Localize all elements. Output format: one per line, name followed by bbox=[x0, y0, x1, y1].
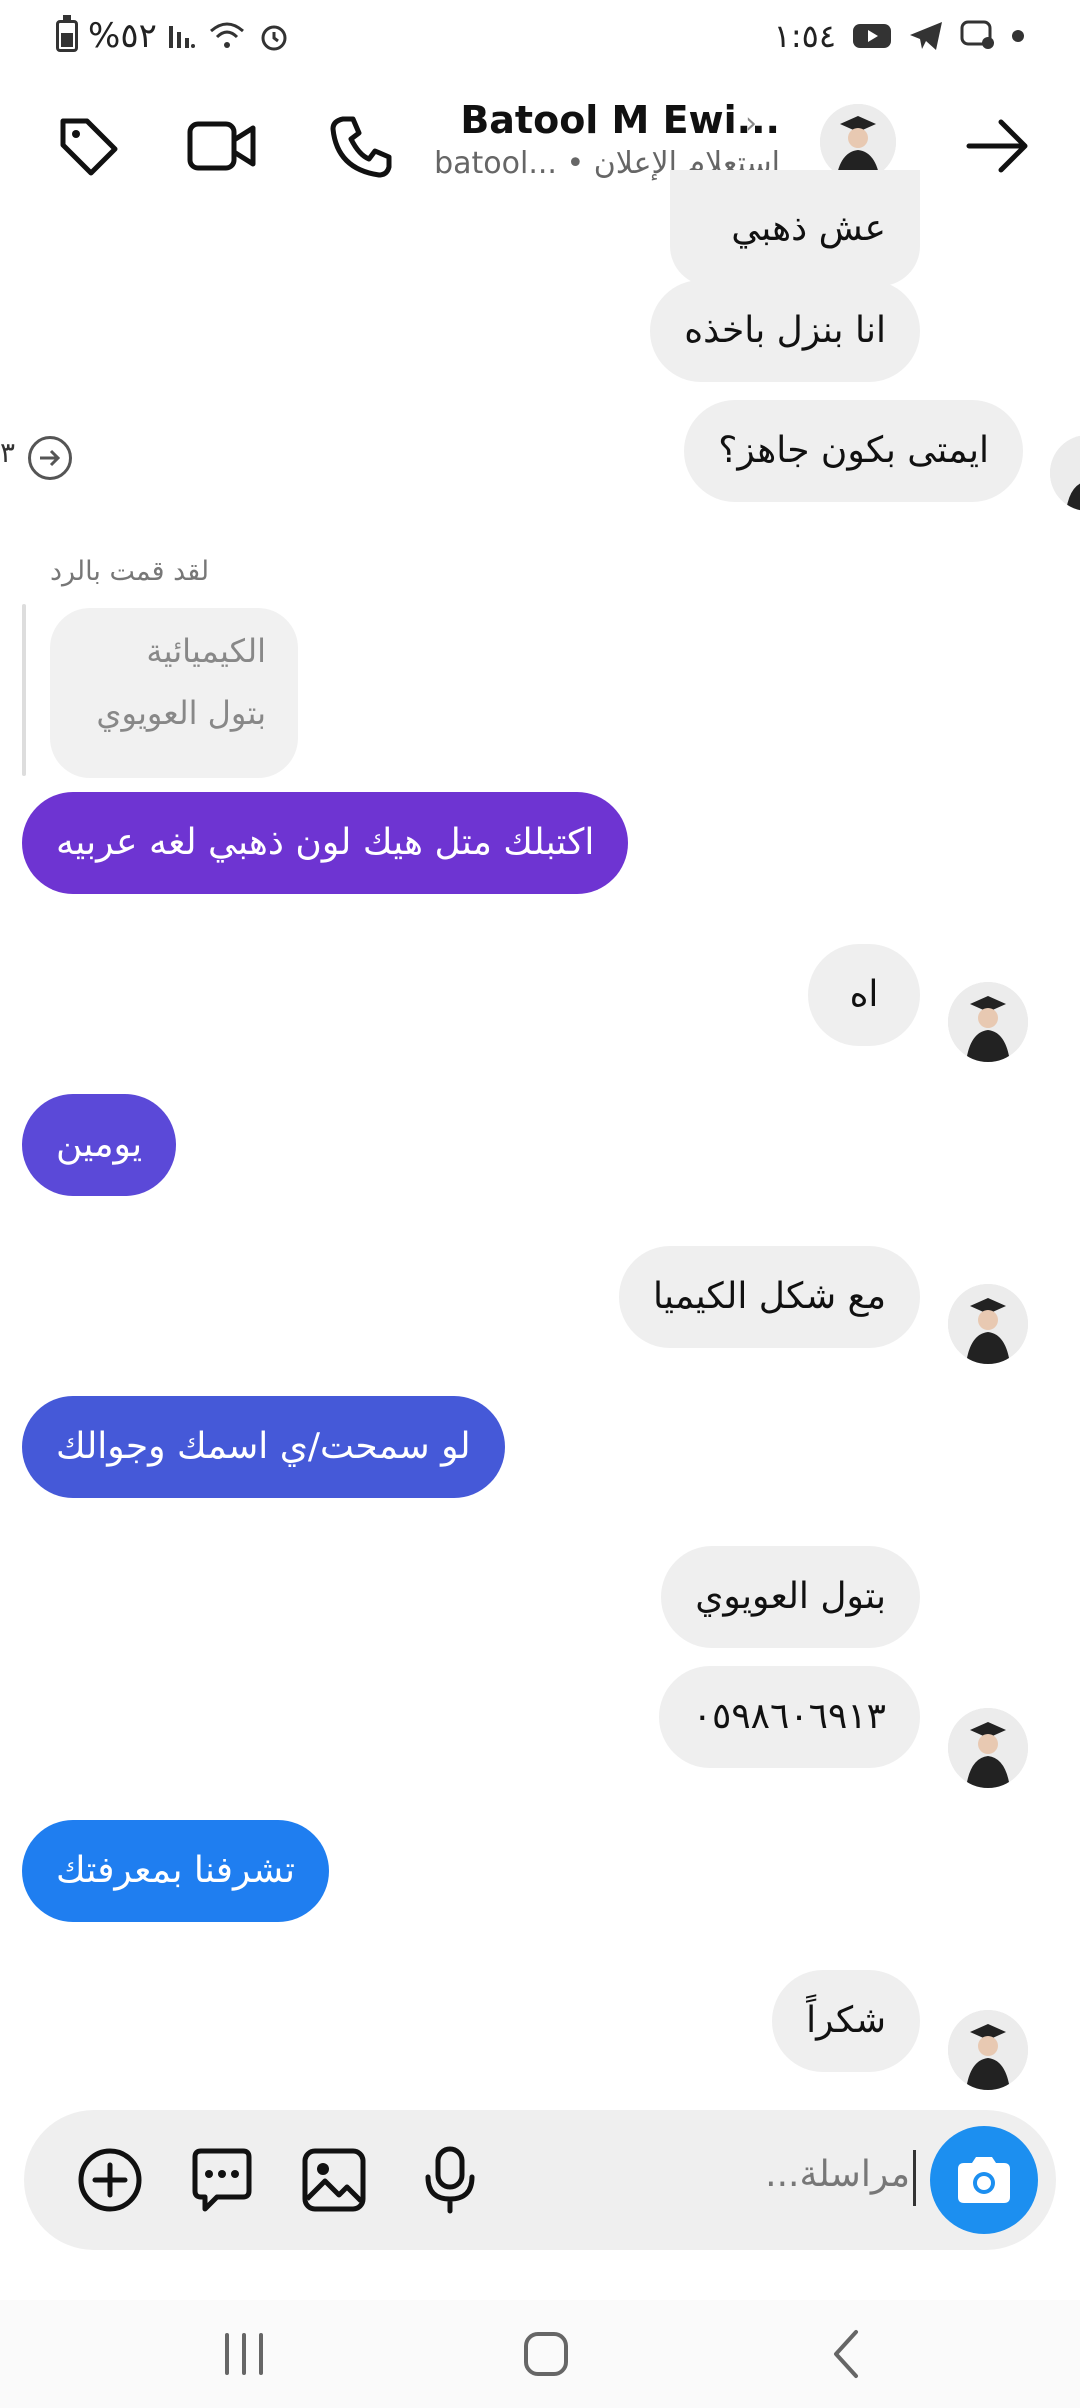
message-text: لو سمحت/ي اسمك وجوالك bbox=[56, 1426, 471, 1467]
status-left: %٥٢ bbox=[56, 14, 291, 58]
tag-icon[interactable] bbox=[52, 110, 124, 182]
message-bubble-in[interactable]: مع شكل الكيميا bbox=[619, 1246, 920, 1348]
message-bubble-in[interactable]: بتول العويوي bbox=[661, 1546, 920, 1648]
signal-icon bbox=[168, 26, 195, 48]
message-text: انا بنزل باخذه bbox=[684, 310, 886, 351]
youtube-icon bbox=[853, 24, 891, 48]
contact-name: Batool M Ewi... bbox=[460, 98, 780, 142]
quoted-line: بتول العويوي bbox=[96, 694, 266, 732]
message-text: عش ذهبي bbox=[731, 208, 886, 249]
home-icon[interactable] bbox=[506, 2320, 586, 2388]
conversation-title[interactable]: Batool M Ewi... batool... • استعلام الإع… bbox=[430, 98, 780, 181]
message-bubble-in[interactable]: ٠٥٩٨٦٠٦٩١٣ bbox=[658, 1666, 920, 1768]
status-right: ١:٥٤ bbox=[774, 14, 1024, 58]
message-bubble-in[interactable]: اه bbox=[808, 944, 920, 1046]
status-time: ١:٥٤ bbox=[773, 17, 836, 55]
battery-level: %٥٢ bbox=[88, 16, 157, 56]
sender-avatar[interactable] bbox=[1050, 435, 1080, 511]
message-text: تشرفنا بمعرفتك bbox=[56, 1850, 295, 1891]
sender-avatar[interactable] bbox=[948, 1708, 1028, 1788]
message-text: شكراً bbox=[806, 2000, 886, 2041]
chevron-right-icon: › bbox=[745, 106, 757, 141]
plus-icon[interactable] bbox=[74, 2144, 146, 2216]
sender-avatar[interactable] bbox=[948, 2010, 1028, 2090]
quoted-message[interactable]: الكيميائية بتول العويوي bbox=[50, 608, 298, 778]
back-arrow-icon[interactable] bbox=[962, 110, 1034, 182]
back-icon[interactable] bbox=[806, 2320, 886, 2388]
system-nav-bar bbox=[0, 2300, 1080, 2408]
notification-dot bbox=[1012, 30, 1024, 42]
battery-icon bbox=[56, 15, 78, 52]
video-icon[interactable] bbox=[186, 110, 258, 182]
message-bubble-in[interactable]: شكراً bbox=[772, 1970, 920, 2072]
sender-avatar[interactable] bbox=[948, 982, 1028, 1062]
sender-avatar[interactable] bbox=[948, 1284, 1028, 1364]
telegram-icon bbox=[910, 22, 942, 50]
message-bubble-out[interactable]: لو سمحت/ي اسمك وجوالك bbox=[22, 1396, 505, 1498]
message-bubble-out[interactable]: تشرفنا بمعرفتك bbox=[22, 1820, 329, 1922]
header-avatar[interactable] bbox=[820, 104, 896, 180]
message-text: بتول العويوي bbox=[695, 1576, 886, 1617]
text-cursor bbox=[913, 2150, 916, 2206]
message-bubble-in[interactable]: انا بنزل باخذه bbox=[650, 280, 920, 382]
quoted-line: الكيميائية bbox=[146, 632, 266, 670]
messenger-icon bbox=[960, 20, 994, 49]
message-bubble-in[interactable]: ايمتى بكون جاهز؟ bbox=[684, 400, 1023, 502]
message-text: مع شكل الكيميا bbox=[653, 1276, 886, 1317]
sticker-icon[interactable] bbox=[186, 2144, 258, 2216]
message-bubble-out[interactable]: يومين bbox=[22, 1094, 177, 1196]
reply-indicator bbox=[22, 604, 26, 776]
alarm-icon bbox=[261, 25, 287, 51]
message-composer: مراسلة... bbox=[24, 2110, 1056, 2250]
message-bubble-out[interactable]: اكتبلك متل هيك لون ذهبي لغه عربيه bbox=[22, 792, 629, 894]
reply-label: لقد قمت بالرد bbox=[50, 556, 210, 587]
message-text: اكتبلك متل هيك لون ذهبي لغه عربيه bbox=[56, 822, 595, 863]
status-bar: %٥٢ ١:٥٤ bbox=[0, 0, 1080, 72]
wifi-icon bbox=[209, 22, 244, 48]
camera-icon[interactable] bbox=[930, 2126, 1038, 2234]
microphone-icon[interactable] bbox=[414, 2144, 486, 2216]
phone-icon[interactable] bbox=[326, 110, 398, 182]
message-text: ٠٥٩٨٦٠٦٩١٣ bbox=[692, 1696, 886, 1737]
message-list[interactable]: عش ذهبي انا بنزل باخذه ايمتى بكون جاهز؟ … bbox=[0, 170, 1080, 2110]
message-text: اه bbox=[849, 974, 879, 1015]
gallery-icon[interactable] bbox=[298, 2144, 370, 2216]
recents-icon[interactable] bbox=[204, 2320, 284, 2388]
message-text: ايمتى بكون جاهز؟ bbox=[718, 430, 989, 471]
reaction-count: ٣ bbox=[0, 436, 16, 469]
message-bubble-in[interactable]: عش ذهبي bbox=[670, 170, 920, 286]
forward-icon[interactable] bbox=[28, 436, 72, 480]
message-text: يومين bbox=[56, 1124, 143, 1165]
message-input[interactable]: مراسلة... bbox=[765, 2154, 910, 2195]
